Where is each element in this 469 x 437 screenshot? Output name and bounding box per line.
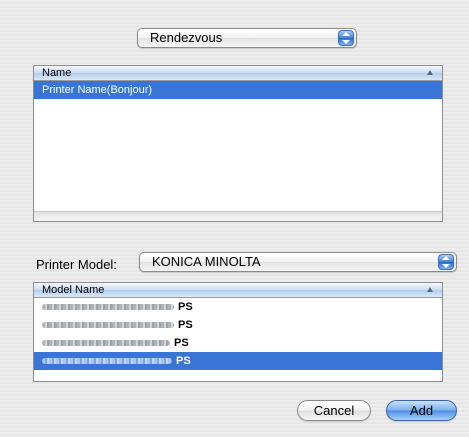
sort-ascending-icon[interactable] [427,70,433,75]
printer-row[interactable]: Printer Name(Bonjour) [34,81,442,99]
model-row[interactable]: PS [34,352,442,370]
model-suffix: PS [174,337,189,349]
model-suffix: PS [176,355,191,367]
up-down-arrows-icon [338,30,354,46]
model-suffix: PS [178,301,193,313]
model-row[interactable]: PS [34,334,442,352]
model-name-redacted [42,304,174,311]
model-name-redacted [42,358,172,365]
model-list[interactable]: Model Name PS PS PS PS [33,282,443,382]
printer-model-value: KONICA MINOLTA [152,254,261,269]
model-list-header[interactable]: Model Name [34,283,442,298]
add-button[interactable]: Add [386,400,457,421]
model-suffix: PS [178,319,193,331]
model-name-column-header[interactable]: Model Name [42,284,104,296]
connection-type-popup[interactable]: Rendezvous [137,28,357,48]
connection-type-value: Rendezvous [150,30,223,45]
sort-ascending-icon[interactable] [427,287,433,292]
printer-list-header[interactable]: Name [34,66,442,81]
printer-model-popup[interactable]: KONICA MINOLTA [139,252,457,272]
name-column-header[interactable]: Name [42,67,71,79]
horizontal-scrollbar[interactable] [34,211,442,221]
printer-list[interactable]: Name Printer Name(Bonjour) [33,65,443,222]
cancel-button[interactable]: Cancel [297,400,371,421]
model-name-redacted [42,340,170,347]
up-down-arrows-icon [438,254,454,270]
model-row[interactable]: PS [34,316,442,334]
printer-name: Printer Name(Bonjour) [42,84,153,96]
printer-model-label: Printer Model: [36,257,117,272]
model-row[interactable]: PS [34,298,442,316]
model-name-redacted [42,322,174,329]
